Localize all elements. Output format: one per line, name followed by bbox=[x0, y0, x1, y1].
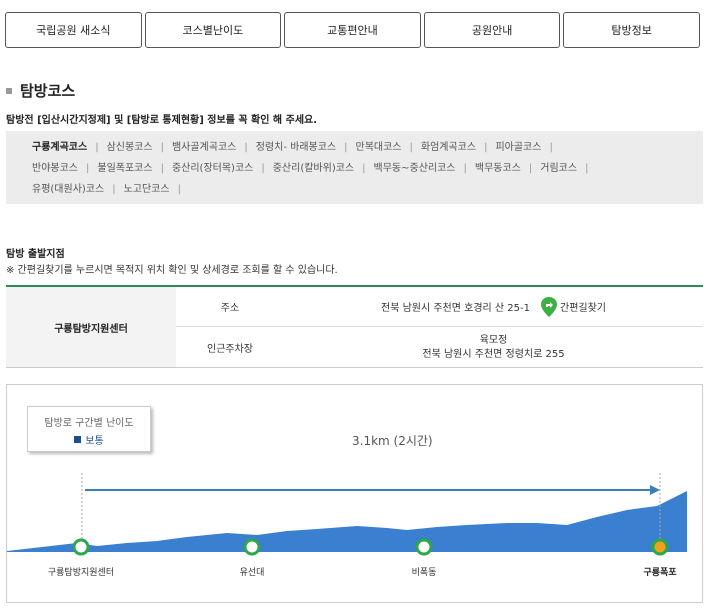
separator: | bbox=[160, 163, 164, 174]
notice-text: 탐방전 [입산시간지정제] 및 [탐방로 통제현황] 정보를 꼭 확인 해 주세… bbox=[6, 115, 318, 126]
separator: | bbox=[362, 163, 366, 174]
section-title-text: 탐방코스 bbox=[20, 82, 76, 100]
course-list: 구룡계곡코스 | 삼신봉코스 | 뱀사골계곡코스 | 정령치- 바래봉코스 | 만복대코스 | 화엄… bbox=[6, 131, 703, 204]
course-link[interactable]: 백무동~중산리코스 bbox=[374, 163, 456, 174]
separator: | bbox=[95, 142, 99, 153]
tab-course-difficulty[interactable]: 코스별난이도 bbox=[144, 12, 282, 48]
difficulty-legend: 탐방로 구간별 난이도 보통 bbox=[27, 406, 151, 452]
parking-row: 인근주차장 육모정 전북 남원시 주천면 정령치로 255 bbox=[176, 327, 703, 368]
address-row: 주소 전북 남원시 주천면 호경리 산 25-1 간편길찾기 bbox=[176, 287, 703, 327]
course-link[interactable]: 정령치- 바래봉코스 bbox=[256, 142, 336, 153]
separator: | bbox=[344, 142, 348, 153]
separator: | bbox=[160, 142, 164, 153]
parking-name: 육모정 bbox=[479, 334, 508, 346]
trail-profile: 탐방로 구간별 난이도 보통 3.1km (2시간) 구룡탐방지원센터 유선대 … bbox=[6, 384, 703, 603]
terrain-area bbox=[7, 491, 687, 552]
easy-directions-link[interactable]: 간편길찾기 bbox=[560, 299, 606, 314]
legend-title: 탐방로 구간별 난이도 bbox=[44, 418, 134, 429]
course-link[interactable]: 구룡계곡코스 bbox=[32, 142, 87, 153]
stop-label-end: 구룡폭포 bbox=[643, 568, 677, 578]
course-line: 반야봉코스 | 불일폭포코스 | 중산리(장터목)코스 | 중산리(칼바위)코스 | 백무동~중… bbox=[32, 158, 703, 179]
course-link[interactable]: 피아골코스 bbox=[495, 142, 541, 153]
separator: | bbox=[484, 142, 488, 153]
legend-value: 보통 bbox=[28, 432, 150, 447]
parking-label: 인근주차장 bbox=[207, 344, 253, 355]
stop-label: 비폭동 bbox=[411, 568, 437, 578]
stop-marker bbox=[243, 538, 261, 556]
separator: | bbox=[463, 163, 467, 174]
separator: | bbox=[177, 184, 181, 195]
course-link[interactable]: 유평(대원사)코스 bbox=[32, 184, 104, 195]
address-value-cell: 전북 남원시 주천면 호경리 산 25-1 간편길찾기 bbox=[284, 296, 703, 318]
tab-transport[interactable]: 교통편안내 bbox=[284, 12, 421, 48]
parking-value-cell: 육모정 전북 남원시 주천면 정령치로 255 bbox=[284, 334, 703, 362]
separator: | bbox=[86, 163, 90, 174]
course-link[interactable]: 백무동코스 bbox=[475, 163, 521, 174]
course-link[interactable]: 중산리(장터목)코스 bbox=[172, 163, 253, 174]
section-title: 탐방코스 bbox=[6, 80, 75, 101]
course-link[interactable]: 노고단코스 bbox=[124, 184, 170, 195]
tab-park-news[interactable]: 국립공원 새소식 bbox=[5, 12, 142, 48]
stop-label: 유선대 bbox=[239, 568, 265, 578]
tab-visit-info[interactable]: 탐방정보 bbox=[563, 12, 700, 48]
start-point-title: 탐방 출발지점 bbox=[6, 249, 65, 260]
top-tabs: 국립공원 새소식 코스별난이도 교통편안내 공원안내 탐방정보 bbox=[5, 12, 700, 48]
start-point-note: ※ 간편길찾기를 누르시면 목적지 위치 확인 및 상세경로 조회를 할 수 있… bbox=[6, 265, 338, 276]
bullet-icon bbox=[6, 87, 12, 94]
parking-address: 전북 남원시 주천면 정령치로 255 bbox=[422, 348, 565, 360]
address-value: 전북 남원시 주천면 호경리 산 25-1 bbox=[381, 303, 530, 314]
separator: | bbox=[261, 163, 265, 174]
center-name: 구룡탐방지원센터 bbox=[6, 287, 176, 367]
course-link[interactable]: 중산리(칼바위)코스 bbox=[273, 163, 354, 174]
separator: | bbox=[585, 163, 589, 174]
distance-label: 3.1km (2시간) bbox=[352, 434, 433, 448]
separator: | bbox=[528, 163, 533, 174]
course-link[interactable]: 반야봉코스 bbox=[32, 163, 78, 174]
separator: | bbox=[549, 142, 553, 153]
address-label: 주소 bbox=[220, 303, 240, 314]
course-line: 구룡계곡코스 | 삼신봉코스 | 뱀사골계곡코스 | 정령치- 바래봉코스 | 만복대코스 | 화엄… bbox=[32, 137, 703, 158]
start-info-table: 구룡탐방지원센터 주소 전북 남원시 주천면 호경리 산 25-1 간편길찾기 … bbox=[6, 285, 703, 368]
stop-label: 구룡탐방지원센터 bbox=[47, 568, 115, 578]
legend-level: 보통 bbox=[85, 436, 104, 447]
tab-park-guide[interactable]: 공원안내 bbox=[423, 12, 561, 48]
stop-marker-end bbox=[651, 538, 669, 556]
course-link[interactable]: 만복대코스 bbox=[356, 142, 402, 153]
separator: | bbox=[112, 184, 116, 195]
course-link[interactable]: 불일폭포코스 bbox=[97, 163, 152, 174]
separator: | bbox=[244, 142, 248, 153]
course-link[interactable]: 거림코스 bbox=[540, 163, 577, 174]
separator: | bbox=[409, 142, 413, 153]
course-link[interactable]: 뱀사골계곡코스 bbox=[172, 142, 236, 153]
map-pin-icon[interactable] bbox=[540, 296, 558, 318]
stop-marker bbox=[72, 538, 90, 556]
course-link[interactable]: 삼신봉코스 bbox=[107, 142, 153, 153]
stop-marker bbox=[415, 538, 433, 556]
arrow-head-icon bbox=[650, 485, 660, 495]
course-line: 유평(대원사)코스 | 노고단코스 | bbox=[32, 179, 703, 200]
legend-swatch bbox=[74, 436, 82, 443]
course-link[interactable]: 화엄계곡코스 bbox=[421, 142, 476, 153]
